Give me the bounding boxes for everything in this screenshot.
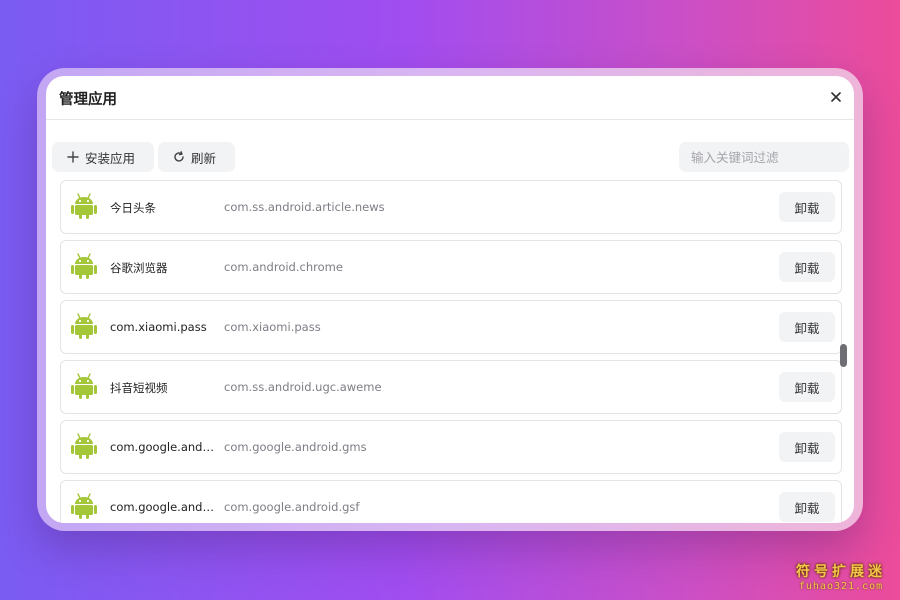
android-icon — [70, 312, 98, 340]
uninstall-button[interactable]: 卸载 — [779, 432, 835, 462]
install-app-button[interactable]: 安装应用 — [52, 142, 154, 172]
dialog-title: 管理应用 — [59, 92, 117, 108]
app-name: com.xiaomi.pass — [110, 320, 207, 334]
refresh-button[interactable]: 刷新 — [158, 142, 235, 172]
android-icon — [70, 372, 98, 400]
app-package: com.ss.android.article.news — [224, 200, 385, 214]
uninstall-button[interactable]: 卸载 — [779, 192, 835, 222]
android-icon — [70, 492, 98, 520]
app-name: com.google.andr... — [110, 500, 216, 514]
app-name: 今日头条 — [110, 201, 156, 215]
app-package: com.android.chrome — [224, 260, 343, 274]
uninstall-button[interactable]: 卸载 — [779, 372, 835, 402]
refresh-label: 刷新 — [191, 150, 217, 166]
app-row: com.google.andr... com.google.android.gms… — [60, 420, 842, 474]
uninstall-button[interactable]: 卸载 — [779, 492, 835, 522]
app-package: com.google.android.gms — [224, 440, 367, 454]
app-name: 谷歌浏览器 — [110, 261, 168, 275]
app-row: com.xiaomi.pass com.xiaomi.pass 卸载 — [60, 300, 842, 354]
filter-input[interactable] — [679, 142, 849, 172]
watermark: 符号扩展迷 fuhao321.com — [796, 561, 886, 592]
app-row: com.google.andr... com.google.android.gsf… — [60, 480, 842, 523]
app-list-area[interactable]: 今日头条 com.ss.android.article.news 卸载 谷歌浏览器 co… — [46, 180, 854, 523]
app-package: com.ss.android.ugc.aweme — [224, 380, 382, 394]
manage-apps-dialog: 管理应用 安装应用 刷新 今日头条com.ss.android.art — [46, 76, 854, 523]
app-list: 今日头条 com.ss.android.article.news 卸载 谷歌浏览器 co… — [60, 180, 842, 523]
dialog-header: 管理应用 — [46, 76, 854, 120]
plus-icon — [67, 151, 79, 163]
app-name: 抖音短视频 — [110, 381, 168, 395]
android-icon — [70, 192, 98, 220]
android-icon — [70, 432, 98, 460]
uninstall-button[interactable]: 卸载 — [779, 252, 835, 282]
close-button[interactable] — [828, 88, 844, 106]
uninstall-button[interactable]: 卸载 — [779, 312, 835, 342]
app-package: com.google.android.gsf — [224, 500, 360, 514]
toolbar: 安装应用 刷新 — [46, 142, 854, 172]
scrollbar-thumb[interactable] — [840, 344, 847, 367]
app-row: 抖音短视频 com.ss.android.ugc.aweme 卸载 — [60, 360, 842, 414]
watermark-subtitle: fuhao321.com — [798, 581, 884, 592]
close-icon — [831, 92, 841, 102]
android-icon — [70, 252, 98, 280]
watermark-title: 符号扩展迷 — [796, 564, 886, 580]
refresh-icon — [173, 151, 185, 163]
app-row: 今日头条 com.ss.android.article.news 卸载 — [60, 180, 842, 234]
app-row: 谷歌浏览器 com.android.chrome 卸载 — [60, 240, 842, 294]
app-package: com.xiaomi.pass — [224, 320, 321, 334]
app-name: com.google.andr... — [110, 440, 216, 454]
install-app-label: 安装应用 — [85, 150, 136, 166]
